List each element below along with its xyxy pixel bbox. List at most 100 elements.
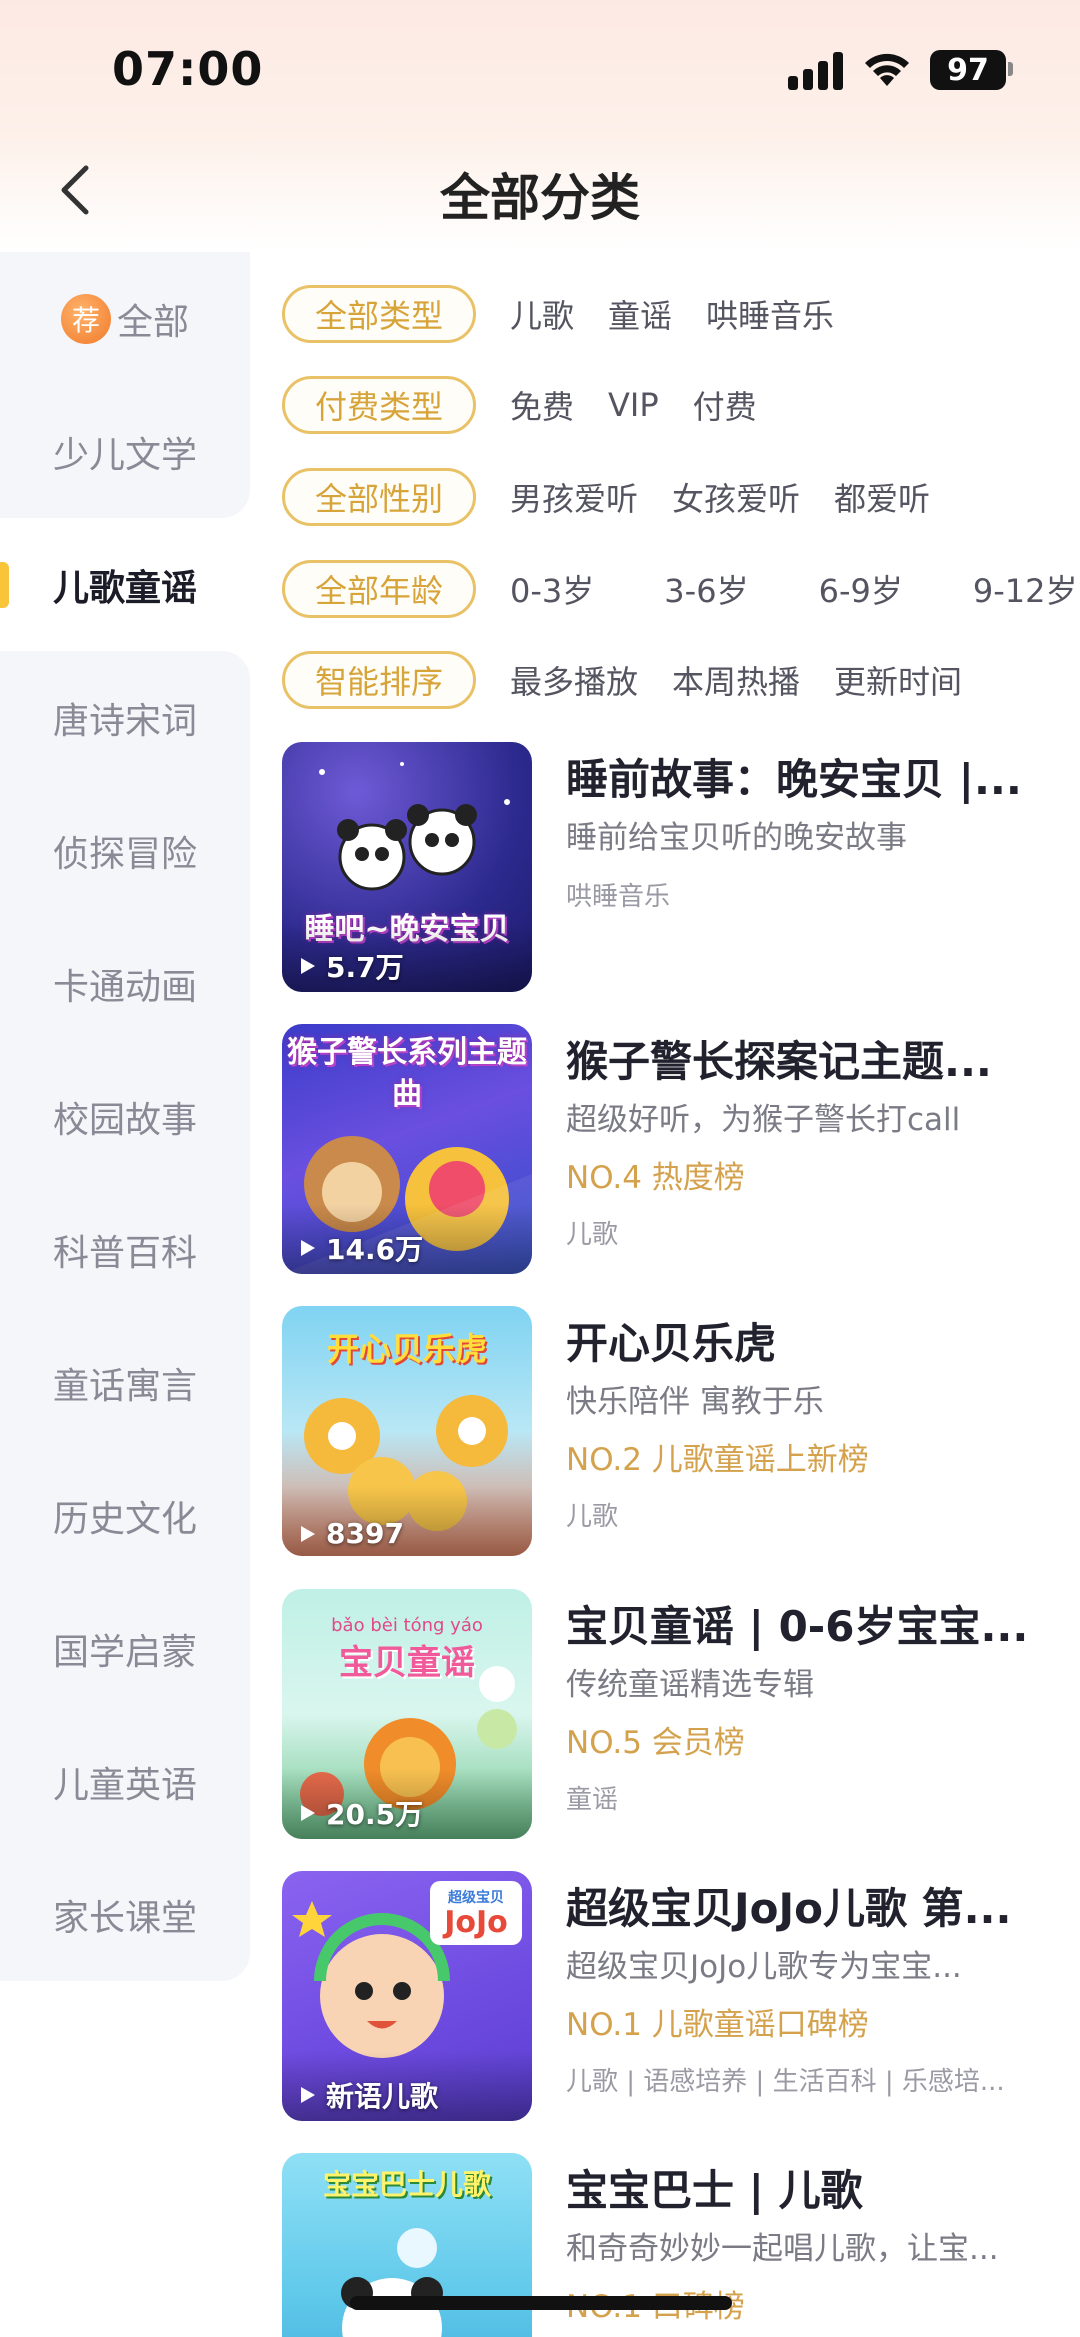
- sidebar-item-english[interactable]: 儿童英语: [0, 1715, 250, 1848]
- filter-pill-selected[interactable]: 全部性别: [282, 468, 477, 526]
- cover-text: 开心贝乐虎: [326, 1330, 487, 1368]
- filter-row-type: 全部类型 儿歌 童谣 哄睡音乐: [282, 285, 1080, 343]
- filter-option[interactable]: 更新时间: [834, 657, 962, 703]
- album-card[interactable]: 睡吧~晚安宝贝 5.7万 睡前故事：晚安宝贝 |... 睡前给宝贝听的晚安故事 …: [282, 742, 1062, 992]
- album-rank: NO.1 儿歌童谣口碑榜: [566, 2007, 869, 2043]
- sidebar-item-label: 校园故事: [52, 1099, 197, 1141]
- album-cover[interactable]: 睡吧~晚安宝贝 5.7万: [282, 742, 532, 992]
- jojo-logo: 超级宝贝 JoJo: [430, 1881, 522, 1945]
- album-title: 超级宝贝JoJo儿歌 第...: [566, 1884, 1012, 1933]
- filter-pill-selected[interactable]: 全部年龄: [282, 560, 477, 618]
- sidebar-item-parenting[interactable]: 家长课堂: [0, 1848, 250, 1981]
- sidebar-item-label: 历史文化: [52, 1498, 197, 1540]
- filter-option[interactable]: 本周热播: [672, 657, 800, 703]
- album-description: 超级宝贝JoJo儿歌专为宝宝...: [566, 1949, 962, 1985]
- album-card[interactable]: 超级宝贝 JoJo 新语儿歌 超级宝贝JoJo儿歌 第... 超级宝贝JoJo儿…: [282, 1871, 1062, 2121]
- album-tags: 哄睡音乐: [566, 882, 671, 912]
- filter-option[interactable]: 最多播放: [510, 657, 638, 703]
- play-count-value: 14.6万: [326, 1233, 424, 1266]
- sidebar-item-science[interactable]: 科普百科: [0, 1183, 250, 1316]
- album-description: 传统童谣精选专辑: [566, 1667, 814, 1703]
- filter-option[interactable]: 0-3岁: [510, 566, 594, 612]
- cover-bottom-text: 新语儿歌: [326, 2080, 439, 2113]
- sidebar-item-campus[interactable]: 校园故事: [0, 1050, 250, 1183]
- album-title: 猴子警长探案记主题...: [566, 1037, 992, 1086]
- album-tags: 童谣: [566, 1785, 619, 1815]
- logo-subtext: 超级宝贝: [448, 1890, 504, 1906]
- filter-row-payment: 付费类型 免费 VIP 付费: [282, 376, 1080, 434]
- play-count: 14.6万: [296, 1228, 423, 1268]
- filter-row-sort: 智能排序 最多播放 本周热播 更新时间: [282, 651, 1080, 709]
- cover-pinyin: bǎo bèi tóng yáo: [331, 1615, 483, 1636]
- play-count-value: 5.7万: [326, 951, 404, 984]
- album-card[interactable]: bǎo bèi tóng yáo 宝贝童谣 20.5万 宝贝童谣 | 0-6岁宝…: [282, 1589, 1062, 1839]
- sidebar-item-fairy-tales[interactable]: 童话寓言: [0, 1316, 250, 1449]
- filter-option[interactable]: 男孩爱听: [510, 474, 638, 520]
- filter-row-age: 全部年龄 0-3岁 3-6岁 6-9岁 9-12岁: [282, 560, 1080, 618]
- album-tags: 儿歌: [566, 1220, 619, 1250]
- album-cover[interactable]: 超级宝贝 JoJo 新语儿歌: [282, 1871, 532, 2121]
- album-title: 开心贝乐虎: [566, 1319, 777, 1368]
- sidebar-item-label: 少儿文学: [52, 434, 197, 476]
- filter-option[interactable]: VIP: [608, 386, 659, 424]
- album-description: 和奇奇妙妙一起唱儿歌，让宝...: [566, 2231, 999, 2267]
- filter-option[interactable]: 童谣: [608, 291, 672, 337]
- filter-option[interactable]: 3-6岁: [664, 566, 748, 612]
- filter-pill-selected[interactable]: 全部类型: [282, 285, 477, 343]
- filter-pill-selected[interactable]: 付费类型: [282, 376, 477, 434]
- filter-pill-selected[interactable]: 智能排序: [282, 651, 477, 709]
- filter-option[interactable]: 女孩爱听: [672, 474, 800, 520]
- logo-text: JoJo: [444, 1905, 508, 1940]
- home-indicator[interactable]: [350, 2296, 732, 2310]
- filter-option[interactable]: 付费: [693, 382, 757, 428]
- sidebar-item-detective[interactable]: 侦探冒险: [0, 784, 250, 917]
- filter-option[interactable]: 哄睡音乐: [706, 291, 834, 337]
- battery-level: 97: [947, 52, 989, 88]
- sidebar-item-label: 儿歌童谣: [52, 567, 197, 609]
- album-cover[interactable]: bǎo bèi tóng yáo 宝贝童谣 20.5万: [282, 1589, 532, 1839]
- album-cover[interactable]: 猴子警长系列主题曲 14.6万: [282, 1024, 532, 1274]
- play-count-value: 8397: [326, 1517, 404, 1550]
- sidebar-item-label: 童话寓言: [52, 1365, 197, 1407]
- album-card[interactable]: 猴子警长系列主题曲 14.6万 猴子警长探案记主题... 超级好听，为猴子警长打…: [282, 1024, 1062, 1274]
- status-bar: 07:00 97: [0, 0, 1080, 140]
- sidebar-item-tang-song-poetry[interactable]: 唐诗宋词: [0, 651, 250, 784]
- play-count: 20.5万: [296, 1793, 423, 1833]
- play-icon: [301, 1805, 315, 1821]
- battery-icon: 97: [930, 50, 1006, 90]
- sidebar-item-label: 卡通动画: [52, 966, 197, 1008]
- play-icon: [301, 958, 315, 974]
- filter-option[interactable]: 儿歌: [510, 291, 574, 337]
- category-sidebar: 荐 全部 少儿文学 儿歌童谣 唐诗宋词 侦探冒险 卡通动画 校园故事 科普百科 …: [0, 252, 250, 1981]
- wifi-icon: [865, 53, 909, 86]
- sidebar-item-label: 国学启蒙: [52, 1631, 197, 1673]
- filter-option[interactable]: 免费: [510, 382, 574, 428]
- album-description: 睡前给宝贝听的晚安故事: [566, 820, 907, 856]
- album-description: 超级好听，为猴子警长打call: [566, 1102, 961, 1138]
- filter-option[interactable]: 6-9岁: [819, 566, 903, 612]
- sidebar-item-label: 侦探冒险: [52, 833, 197, 875]
- play-count: 8397: [296, 1517, 404, 1550]
- album-tags: 儿歌 | 语感培养 | 生活百科 | 乐感培...: [566, 2067, 1005, 2097]
- album-card[interactable]: 开心贝乐虎 8397 开心贝乐虎 快乐陪伴 寓教于乐 NO.2 儿歌童谣上新榜 …: [282, 1306, 1062, 1556]
- filter-option[interactable]: 9-12岁: [973, 566, 1078, 612]
- sidebar-item-classics[interactable]: 国学启蒙: [0, 1582, 250, 1715]
- cover-text: 宝宝巴士儿歌: [322, 2168, 491, 2201]
- album-rank: NO.5 会员榜: [566, 1725, 745, 1761]
- filter-option[interactable]: 都爱听: [834, 474, 930, 520]
- status-time: 07:00: [112, 42, 264, 96]
- sidebar-item-cartoon[interactable]: 卡通动画: [0, 917, 250, 1050]
- cellular-signal-icon: [788, 52, 844, 90]
- album-title: 宝宝巴士 | 儿歌: [566, 2166, 863, 2215]
- sidebar-item-childrens-literature[interactable]: 少儿文学: [0, 385, 250, 518]
- album-title: 睡前故事：晚安宝贝 |...: [566, 755, 1022, 804]
- sidebar-item-history[interactable]: 历史文化: [0, 1449, 250, 1582]
- recommend-badge-icon: 荐: [60, 293, 111, 344]
- cover-text: 宝贝童谣: [339, 1643, 475, 1683]
- active-indicator: [0, 562, 9, 608]
- play-count: 新语儿歌: [296, 2075, 438, 2115]
- sidebar-item-all[interactable]: 荐 全部: [0, 252, 250, 385]
- sidebar-item-nursery-rhymes[interactable]: 儿歌童谣: [0, 518, 250, 651]
- album-rank: NO.2 儿歌童谣上新榜: [566, 1442, 869, 1478]
- album-cover[interactable]: 开心贝乐虎 8397: [282, 1306, 532, 1556]
